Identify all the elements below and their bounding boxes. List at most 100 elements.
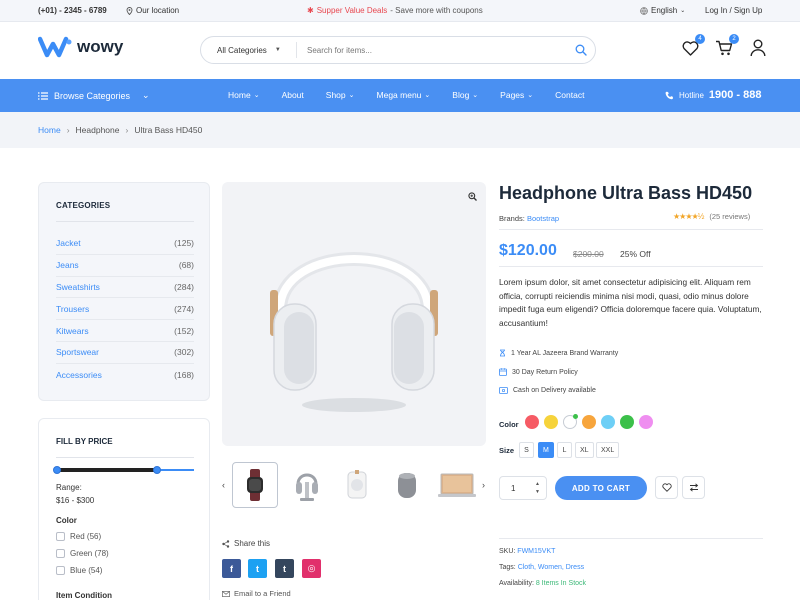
category-item[interactable]: Accessories (168)	[56, 364, 194, 386]
category-name[interactable]: Accessories	[56, 370, 102, 380]
category-name[interactable]: Sportswear	[56, 347, 99, 357]
logo[interactable]: wowy	[38, 36, 123, 58]
account-button[interactable]	[748, 38, 768, 58]
nav-item-label: Home	[228, 90, 251, 100]
color-swatch[interactable]	[544, 415, 558, 429]
color-swatch[interactable]	[620, 415, 634, 429]
color-swatch[interactable]	[563, 414, 578, 429]
checkbox[interactable]	[56, 532, 65, 541]
category-item[interactable]: Trousers (274)	[56, 298, 194, 321]
cart-button[interactable]: 2	[714, 34, 739, 58]
nav-item-shop[interactable]: Shop ⌄	[326, 90, 355, 100]
price-filter-title: FILL BY PRICE	[56, 437, 113, 446]
category-item[interactable]: Jacket (125)	[56, 233, 194, 255]
thumbnail-speaker[interactable]	[334, 462, 380, 508]
nav-item-pages[interactable]: Pages ⌄	[500, 90, 533, 100]
color-filter-blue[interactable]: Blue (54)	[56, 566, 102, 575]
categories-title: CATEGORIES	[56, 201, 111, 210]
breadcrumb-separator: ›	[66, 125, 70, 135]
cart-count-badge: 2	[729, 34, 739, 44]
color-swatch[interactable]	[525, 415, 539, 429]
facebook-icon[interactable]: f	[222, 559, 241, 578]
color-swatch[interactable]	[582, 415, 596, 429]
category-item[interactable]: Jeans (68)	[56, 255, 194, 277]
color-swatch[interactable]	[601, 415, 615, 429]
add-to-cart-button[interactable]: ADD TO CART	[555, 476, 647, 500]
hotline-number[interactable]: 1900 - 888	[709, 89, 762, 101]
slider-max-handle[interactable]	[152, 466, 161, 474]
deal-highlight[interactable]: Supper Value Deals	[317, 6, 388, 15]
review-count[interactable]: (25 reviews)	[709, 212, 750, 221]
category-item[interactable]: Sportswear (302)	[56, 342, 194, 364]
brand-link[interactable]: Bootstrap	[527, 214, 559, 223]
wishlist-button[interactable]: 4	[680, 34, 705, 58]
search-input[interactable]: Search for items...	[297, 46, 567, 55]
login-signup-link[interactable]: Log In / Sign Up	[705, 6, 762, 15]
nav-item-mega-menu[interactable]: Mega menu ⌄	[377, 90, 431, 100]
slider-min-handle[interactable]	[53, 466, 61, 474]
nav-menu: Home ⌄ About Shop ⌄ Mega menu ⌄ Blog ⌄ Pages ⌄ Cont…	[228, 90, 606, 100]
category-name[interactable]: Sweatshirts	[56, 282, 100, 292]
twitter-icon[interactable]: t	[248, 559, 267, 578]
hotline: Hotline 1900 - 888	[665, 89, 762, 101]
browse-categories-label: Browse Categories	[54, 90, 131, 101]
size-option-xxl[interactable]: XXL	[596, 442, 620, 458]
category-count: (168)	[174, 369, 194, 380]
divider	[56, 457, 194, 458]
thumbnail-strip: ‹ ›	[222, 462, 486, 508]
nav-item-contact[interactable]: Contact	[555, 90, 584, 100]
chevron-right-icon[interactable]: ›	[482, 480, 485, 490]
watch-image	[247, 469, 263, 501]
size-option-l[interactable]: L	[557, 442, 572, 458]
chevron-left-icon[interactable]: ‹	[222, 480, 225, 490]
location-link[interactable]: Our location	[126, 6, 179, 15]
color-filter-red[interactable]: Red (56)	[56, 532, 101, 541]
quantity-stepper[interactable]: 1 ▲ ▼	[499, 476, 547, 500]
color-swatch[interactable]	[639, 415, 653, 429]
category-item[interactable]: Sweatshirts (284)	[56, 277, 194, 299]
search-button[interactable]	[567, 44, 595, 56]
header-actions: 4 2	[680, 34, 768, 58]
add-to-wishlist-button[interactable]	[655, 476, 678, 499]
thumbnail-watch[interactable]	[232, 462, 278, 508]
size-option-s[interactable]: S	[519, 442, 534, 458]
quantity-arrows-icon[interactable]: ▲ ▼	[535, 480, 540, 496]
nav-item-about[interactable]: About	[282, 90, 304, 100]
deal-text: - Save more with coupons	[390, 6, 483, 15]
category-item[interactable]: Kitwears (152)	[56, 320, 194, 342]
thumbnail-headphone-stand[interactable]	[284, 462, 330, 508]
divider	[499, 266, 763, 267]
product-main-image[interactable]	[222, 182, 486, 446]
checkbox-label: Blue (54)	[70, 566, 103, 575]
instagram-icon[interactable]: ◎	[302, 559, 321, 578]
category-name[interactable]: Kitwears	[56, 326, 89, 336]
category-name[interactable]: Trousers	[56, 304, 89, 314]
breadcrumb-home[interactable]: Home	[38, 125, 61, 135]
chevron-down-icon: ⌄	[424, 92, 431, 99]
color-filter-green[interactable]: Green (78)	[56, 549, 109, 558]
tumblr-icon[interactable]: t	[275, 559, 294, 578]
search-category-select[interactable]: All Categories ▼	[201, 42, 297, 58]
size-option-xl[interactable]: XL	[575, 442, 594, 458]
size-option-m[interactable]: M	[538, 442, 554, 458]
category-name[interactable]: Jacket	[56, 238, 81, 248]
browse-categories-button[interactable]: Browse Categories ⌄	[38, 90, 150, 101]
compare-button[interactable]	[682, 476, 705, 499]
thumbnail-laptop[interactable]	[434, 462, 480, 508]
return-icon	[499, 368, 507, 376]
checkbox[interactable]	[56, 566, 65, 575]
checkbox[interactable]	[56, 549, 65, 558]
nav-item-label: Shop	[325, 90, 346, 100]
category-name[interactable]: Jeans	[56, 260, 79, 270]
email-friend-link[interactable]: Email to a Friend	[222, 589, 291, 598]
divider	[56, 221, 194, 222]
nav-item-home[interactable]: Home ⌄	[228, 90, 260, 100]
chevron-down-icon: ⌄	[253, 92, 260, 99]
nav-item-blog[interactable]: Blog ⌄	[452, 90, 478, 100]
price-range-slider[interactable]	[53, 466, 194, 474]
language-selector[interactable]: English ⌄	[640, 6, 685, 15]
breadcrumb-category[interactable]: Headphone	[76, 125, 120, 135]
tags-value[interactable]: Cloth, Women, Dress	[518, 564, 584, 571]
contact-phone: (+01) - 2345 - 6789	[38, 6, 107, 15]
thumbnail-smart-speaker[interactable]	[384, 462, 430, 508]
